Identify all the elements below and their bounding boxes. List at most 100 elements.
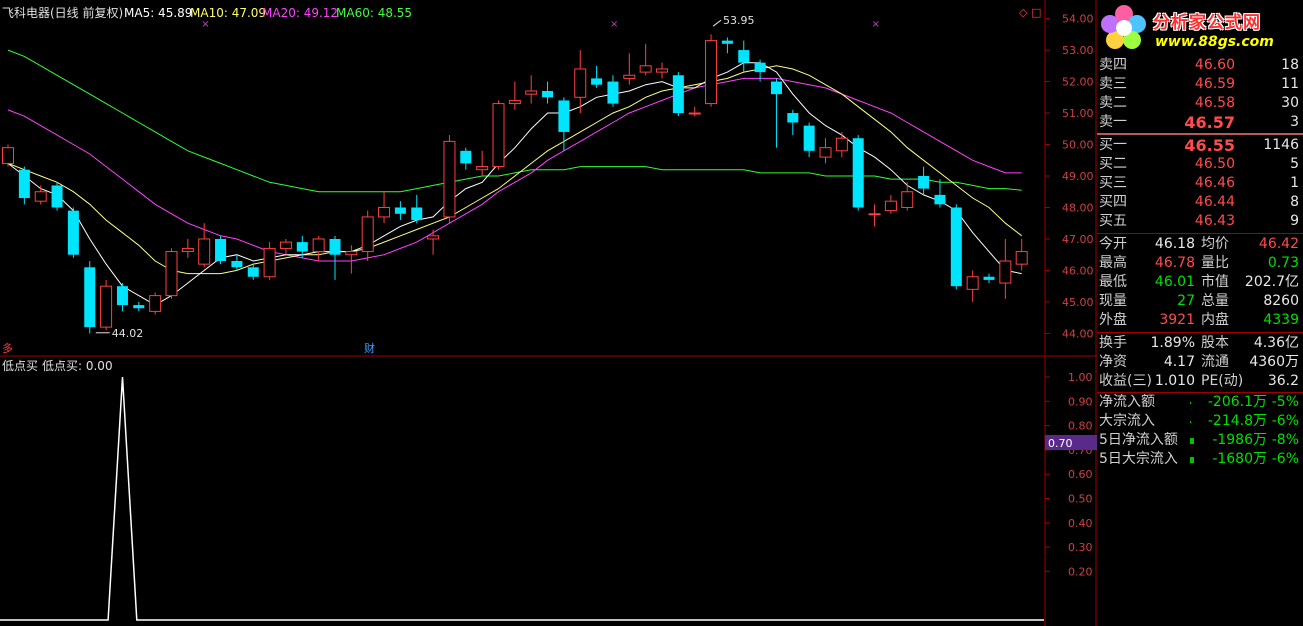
candle-body	[542, 91, 554, 98]
sell-level-volume: 11	[1281, 76, 1299, 92]
stat-label: 总量	[1201, 293, 1229, 309]
candle-body	[51, 185, 63, 208]
fund-label: PE(动)	[1201, 373, 1244, 389]
stat-value: 46.42	[1258, 236, 1299, 252]
candle-body	[263, 247, 276, 278]
candle-body	[934, 194, 946, 205]
candle	[67, 207, 79, 258]
buy-level-price: 46.43	[1194, 213, 1235, 229]
sell-level-label: 卖一	[1099, 114, 1127, 130]
event-marker-left[interactable]: 多	[2, 341, 13, 355]
candle-body	[983, 276, 995, 280]
event-marker-finance[interactable]: 财	[364, 341, 375, 355]
fund-row: 净资 4.17 流通 4360万	[1097, 353, 1303, 372]
flow-value: -214.8万	[1207, 413, 1267, 429]
candle-body	[231, 261, 243, 268]
buy-level-row: 买三 46.46 1	[1097, 174, 1303, 193]
order-book-divider	[1097, 133, 1303, 135]
buy-level-row: 买一 46.55 1146	[1097, 136, 1303, 155]
flow-percent: -8%	[1271, 432, 1299, 448]
candle-body	[787, 113, 799, 123]
candle-body	[100, 285, 113, 328]
sell-level-price: 46.57	[1184, 113, 1235, 132]
price-tick-label: 44.00	[1062, 327, 1094, 340]
candle	[492, 100, 505, 170]
square-icon[interactable]: □	[1031, 6, 1041, 19]
price-tick-label: 54.00	[1062, 13, 1094, 26]
price-tick-label: 49.00	[1062, 170, 1094, 183]
candle-body	[705, 40, 718, 105]
flow-label: 大宗流入	[1099, 413, 1155, 429]
sell-level-volume: 18	[1281, 57, 1299, 73]
candle-body	[165, 251, 178, 297]
price-tick-label: 51.00	[1062, 107, 1094, 120]
candle-body	[460, 150, 472, 164]
flow-value: -1680万	[1212, 451, 1267, 467]
buy-level-volume: 5	[1290, 156, 1299, 172]
ma5-label: MA5: 45.89	[124, 6, 192, 20]
flow-value: -1986万	[1212, 432, 1267, 448]
fund-row: 收益(三) 1.010 PE(动) 36.2	[1097, 372, 1303, 391]
stat-label: 市值	[1201, 274, 1229, 290]
logo-url[interactable]: www.88gs.com	[1155, 34, 1274, 50]
stat-row: 现量 27 总量 8260	[1097, 292, 1303, 311]
sub-tick-label: 0.90	[1068, 395, 1093, 408]
candle-body	[574, 68, 587, 98]
ma10-label: MA10: 47.09	[190, 6, 266, 20]
candle-body	[67, 210, 79, 255]
sub-tick-label: 0.30	[1068, 541, 1093, 554]
stat-label: 均价	[1201, 236, 1229, 252]
candle-body	[476, 166, 489, 171]
candle-body	[215, 238, 227, 261]
fund-value: 4360万	[1249, 354, 1299, 370]
stat-value: 46.01	[1154, 274, 1195, 290]
stock-title: 飞科电器(日线 前复权)	[2, 5, 123, 20]
sub-tick-label: 0.60	[1068, 468, 1093, 481]
candle-body	[901, 191, 914, 208]
candle	[672, 72, 684, 117]
buy-level-volume: 9	[1290, 213, 1299, 229]
sell-level-price: 46.58	[1194, 95, 1235, 111]
price-tick-label: 46.00	[1062, 264, 1094, 277]
candle-body	[721, 40, 733, 44]
candle-body	[819, 147, 832, 158]
flow-percent: -5%	[1271, 394, 1299, 410]
candle-body	[247, 267, 259, 277]
candle-body	[116, 286, 128, 306]
stat-label: 现量	[1099, 293, 1127, 309]
candle-body	[754, 62, 766, 73]
candle	[705, 34, 718, 107]
stat-label: 量比	[1201, 255, 1229, 271]
sell-level-row: 卖一 46.57 3	[1097, 113, 1303, 132]
sell-level-volume: 30	[1281, 95, 1299, 111]
buy-level-volume: 1	[1290, 175, 1299, 191]
candle-body	[803, 125, 815, 151]
candle-body	[868, 213, 881, 216]
buy-level-price: 46.44	[1194, 194, 1235, 210]
candle-body	[329, 238, 341, 255]
kline-chart[interactable]: 飞科电器(日线 前复权) MA5: 45.89 MA10: 47.09 MA20…	[0, 0, 1097, 626]
diamond-icon[interactable]: ◇	[1019, 6, 1028, 19]
buy-level-label: 买二	[1099, 156, 1127, 172]
sell-level-price: 46.60	[1194, 57, 1235, 73]
sell-level-label: 卖二	[1099, 95, 1127, 111]
stat-value: 4339	[1263, 312, 1299, 328]
flow-label: 5日大宗流入	[1099, 451, 1178, 467]
flower-logo-icon	[1101, 5, 1146, 49]
buy-level-price: 46.50	[1194, 156, 1235, 172]
candle-body	[378, 206, 391, 218]
flow-label: 净流入额	[1099, 394, 1155, 410]
candle-body	[884, 200, 897, 212]
ma60-label: MA60: 48.55	[336, 6, 412, 20]
stats-divider	[1097, 332, 1303, 333]
buy-level-price: 46.55	[1184, 136, 1235, 155]
fund-row: 换手 1.89% 股本 4.36亿	[1097, 334, 1303, 353]
price-tick-label: 47.00	[1062, 233, 1094, 246]
buy-level-label: 买四	[1099, 194, 1127, 210]
stat-value: 3921	[1159, 312, 1195, 328]
sub-chart-value: 低点买: 0.00	[42, 359, 113, 373]
candle	[443, 135, 456, 224]
flow-row: 大宗流入 -214.8万 -6%	[1097, 412, 1303, 431]
candle-body	[84, 267, 96, 328]
candle	[51, 182, 63, 211]
